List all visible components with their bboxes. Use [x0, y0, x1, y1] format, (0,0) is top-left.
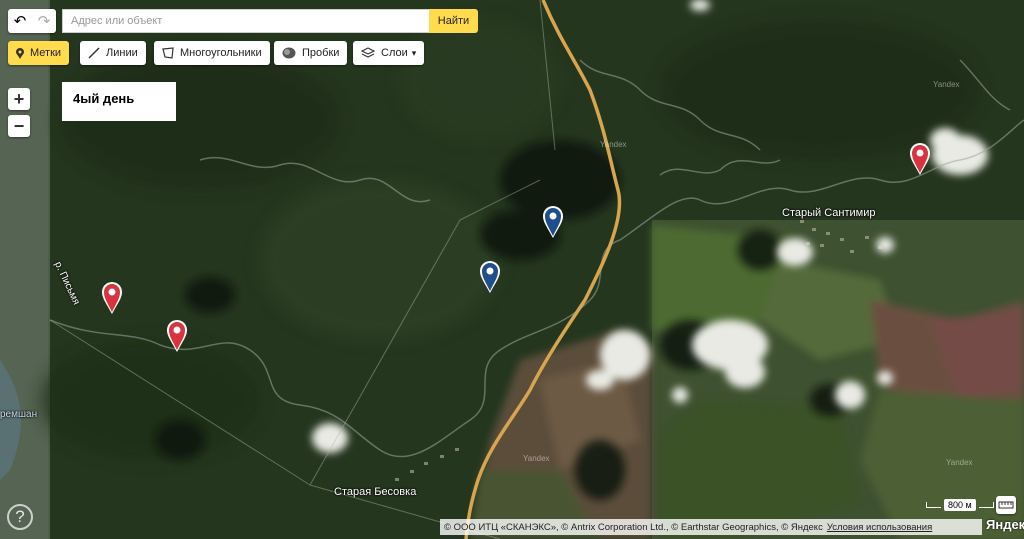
polygons-label: Многоугольники — [180, 47, 262, 59]
search-input[interactable]: Адрес или объект — [62, 9, 430, 33]
ruler-button[interactable] — [996, 496, 1016, 514]
terms-link[interactable]: Условия использования — [827, 522, 932, 533]
layers-button[interactable]: Слои ▾ — [353, 41, 425, 65]
watermark: Yandex — [600, 140, 627, 149]
chevron-down-icon: ▾ — [411, 47, 417, 58]
help-button[interactable]: ? — [7, 504, 33, 530]
river-label-cheremshan: ремшан — [0, 409, 38, 420]
traffic-label: Пробки — [302, 47, 340, 59]
route-info-title: 4ый день — [73, 91, 135, 106]
layers-icon — [361, 47, 375, 58]
scale-control: 800 м — [926, 499, 994, 511]
polygons-button[interactable]: Многоугольники — [154, 41, 270, 65]
traffic-button[interactable]: Пробки — [274, 41, 348, 65]
route-info-box: 4ый день — [62, 82, 176, 121]
layers-label: Слои — [381, 47, 408, 59]
scale-bar-right — [978, 502, 994, 508]
ruler-icon — [998, 501, 1014, 509]
undo-icon[interactable]: ↶ — [8, 9, 32, 33]
traffic-icon — [282, 47, 296, 59]
find-button[interactable]: Найти — [429, 9, 478, 33]
lines-button[interactable]: Линии — [80, 41, 146, 65]
line-icon — [88, 47, 100, 59]
lines-label: Линии — [106, 47, 138, 59]
watermark: Yandex — [946, 458, 973, 467]
yandex-logo[interactable]: Яндекс — [986, 517, 1024, 532]
zoom-out-button[interactable]: − — [8, 115, 30, 137]
copyright-text: © ООО ИТЦ «СКАНЭКС», © Antrix Corporatio… — [444, 521, 823, 533]
polygon-icon — [162, 47, 174, 59]
scale-label: 800 м — [944, 499, 976, 511]
marks-button[interactable]: Метки — [8, 41, 70, 65]
satellite-map[interactable] — [0, 0, 1024, 539]
watermark: Yandex — [933, 80, 960, 89]
map-label-stary-santimir: Старый Сантимир — [782, 207, 876, 219]
marks-label: Метки — [30, 47, 62, 59]
map-label-staraya-besovka: Старая Бесовка — [334, 486, 417, 498]
copyright-bar: © ООО ИТЦ «СКАНЭКС», © Antrix Corporatio… — [440, 519, 982, 535]
placemark-icon — [16, 47, 24, 59]
history-controls: ↶ ↷ — [8, 9, 56, 33]
watermark: Yandex — [523, 454, 550, 463]
redo-icon[interactable]: ↷ — [32, 9, 56, 33]
zoom-in-button[interactable]: + — [8, 88, 30, 110]
scale-bar-left — [926, 502, 941, 508]
